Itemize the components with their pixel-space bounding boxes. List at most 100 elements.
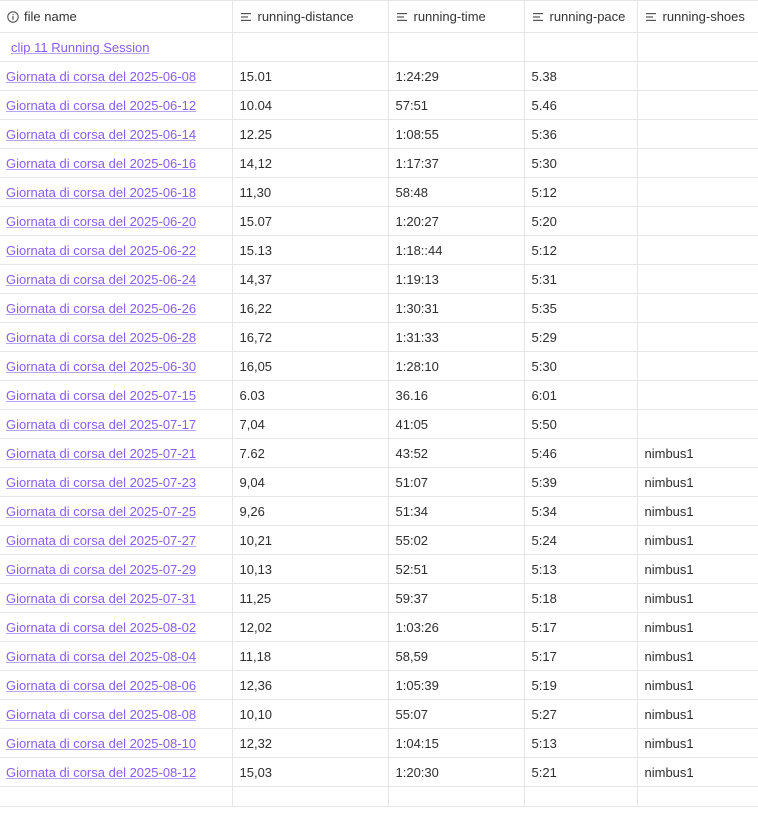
running-shoes-cell[interactable]: nimbus1 bbox=[637, 641, 758, 671]
running-shoes-cell[interactable] bbox=[637, 380, 758, 410]
note-link[interactable]: Giornata di corsa del 2025-06-16 bbox=[6, 156, 196, 171]
running-time-cell[interactable]: 51:07 bbox=[388, 467, 525, 497]
running-time-cell[interactable]: 1:28:10 bbox=[388, 351, 525, 381]
note-link[interactable]: Giornata di corsa del 2025-06-18 bbox=[6, 185, 196, 200]
running-distance-cell[interactable]: 16,05 bbox=[232, 351, 389, 381]
running-shoes-cell[interactable]: nimbus1 bbox=[637, 467, 758, 497]
note-link[interactable]: Giornata di corsa del 2025-07-27 bbox=[6, 533, 196, 548]
running-time-cell[interactable]: 1:05:39 bbox=[388, 670, 525, 700]
running-time-cell[interactable]: 1:20:30 bbox=[388, 757, 525, 787]
running-pace-cell[interactable]: 5:39 bbox=[524, 467, 638, 497]
running-pace-cell[interactable]: 5:12 bbox=[524, 177, 638, 207]
running-pace-cell[interactable]: 5:12 bbox=[524, 235, 638, 265]
running-distance-cell[interactable]: 12,32 bbox=[232, 728, 389, 758]
running-time-cell[interactable]: 59:37 bbox=[388, 583, 525, 613]
running-pace-cell[interactable]: 5:21 bbox=[524, 757, 638, 787]
running-distance-cell[interactable]: 11,18 bbox=[232, 641, 389, 671]
note-link[interactable]: Giornata di corsa del 2025-07-15 bbox=[6, 388, 196, 403]
running-distance-cell[interactable]: 9,04 bbox=[232, 467, 389, 497]
running-distance-cell[interactable]: 10,10 bbox=[232, 699, 389, 729]
note-link[interactable]: Giornata di corsa del 2025-07-17 bbox=[6, 417, 196, 432]
note-link[interactable]: Giornata di corsa del 2025-06-22 bbox=[6, 243, 196, 258]
running-time-cell[interactable]: 43:52 bbox=[388, 438, 525, 468]
running-time-cell[interactable]: 36.16 bbox=[388, 380, 525, 410]
running-distance-cell[interactable]: 15.13 bbox=[232, 235, 389, 265]
running-shoes-cell[interactable] bbox=[637, 148, 758, 178]
running-shoes-cell[interactable]: nimbus1 bbox=[637, 554, 758, 584]
running-pace-cell[interactable]: 5:34 bbox=[524, 496, 638, 526]
note-link[interactable]: Giornata di corsa del 2025-06-14 bbox=[6, 127, 196, 142]
running-shoes-cell[interactable] bbox=[637, 177, 758, 207]
running-pace-cell[interactable]: 5.38 bbox=[524, 61, 638, 91]
running-pace-cell[interactable] bbox=[524, 32, 638, 62]
running-distance-cell[interactable]: 6.03 bbox=[232, 380, 389, 410]
running-shoes-cell[interactable] bbox=[637, 206, 758, 236]
note-link[interactable]: Giornata di corsa del 2025-06-12 bbox=[6, 98, 196, 113]
running-pace-cell[interactable]: 5:13 bbox=[524, 554, 638, 584]
note-link[interactable]: Giornata di corsa del 2025-06-30 bbox=[6, 359, 196, 374]
running-time-cell[interactable]: 1:17:37 bbox=[388, 148, 525, 178]
note-link[interactable]: Giornata di corsa del 2025-06-28 bbox=[6, 330, 196, 345]
column-header-running-time[interactable]: running-time bbox=[388, 0, 525, 33]
running-pace-cell[interactable]: 5:27 bbox=[524, 699, 638, 729]
running-pace-cell[interactable]: 5:31 bbox=[524, 264, 638, 294]
running-time-cell[interactable] bbox=[388, 32, 525, 62]
note-link[interactable]: Giornata di corsa del 2025-07-31 bbox=[6, 591, 196, 606]
running-pace-cell[interactable]: 5:29 bbox=[524, 322, 638, 352]
column-header-running-distance[interactable]: running-distance bbox=[232, 0, 389, 33]
running-distance-cell[interactable]: 11,30 bbox=[232, 177, 389, 207]
running-time-cell[interactable]: 57:51 bbox=[388, 90, 525, 120]
note-link[interactable]: Giornata di corsa del 2025-06-24 bbox=[6, 272, 196, 287]
running-time-cell[interactable]: 58:48 bbox=[388, 177, 525, 207]
running-shoes-cell[interactable]: nimbus1 bbox=[637, 496, 758, 526]
running-shoes-cell[interactable] bbox=[637, 32, 758, 62]
running-time-cell[interactable]: 1:03:26 bbox=[388, 612, 525, 642]
running-shoes-cell[interactable] bbox=[637, 351, 758, 381]
running-time-cell[interactable]: 1:24:29 bbox=[388, 61, 525, 91]
running-distance-cell[interactable]: 14,12 bbox=[232, 148, 389, 178]
running-time-cell[interactable]: 51:34 bbox=[388, 496, 525, 526]
note-link[interactable]: Giornata di corsa del 2025-08-08 bbox=[6, 707, 196, 722]
note-link[interactable]: Giornata di corsa del 2025-07-21 bbox=[6, 446, 196, 461]
note-link[interactable]: Giornata di corsa del 2025-07-29 bbox=[6, 562, 196, 577]
note-link[interactable]: clip 11 Running Session bbox=[6, 40, 150, 55]
running-pace-cell[interactable]: 5:17 bbox=[524, 641, 638, 671]
running-distance-cell[interactable]: 12,36 bbox=[232, 670, 389, 700]
note-link[interactable]: Giornata di corsa del 2025-08-04 bbox=[6, 649, 196, 664]
running-distance-cell[interactable]: 10,21 bbox=[232, 525, 389, 555]
running-shoes-cell[interactable] bbox=[637, 90, 758, 120]
running-pace-cell[interactable]: 5:20 bbox=[524, 206, 638, 236]
running-time-cell[interactable]: 1:08:55 bbox=[388, 119, 525, 149]
running-pace-cell[interactable]: 5:24 bbox=[524, 525, 638, 555]
running-distance-cell[interactable]: 15,03 bbox=[232, 757, 389, 787]
running-distance-cell[interactable]: 7.62 bbox=[232, 438, 389, 468]
running-shoes-cell[interactable]: nimbus1 bbox=[637, 612, 758, 642]
running-pace-cell[interactable]: 5:18 bbox=[524, 583, 638, 613]
running-distance-cell[interactable]: 15.01 bbox=[232, 61, 389, 91]
running-time-cell[interactable]: 55:02 bbox=[388, 525, 525, 555]
running-time-cell[interactable]: 41:05 bbox=[388, 409, 525, 439]
running-shoes-cell[interactable]: nimbus1 bbox=[637, 670, 758, 700]
running-distance-cell[interactable]: 11,25 bbox=[232, 583, 389, 613]
running-time-cell[interactable]: 1:04:15 bbox=[388, 728, 525, 758]
running-time-cell[interactable]: 1:18::44 bbox=[388, 235, 525, 265]
column-header-running-pace[interactable]: running-pace bbox=[524, 0, 638, 33]
running-shoes-cell[interactable] bbox=[637, 322, 758, 352]
column-header-running-shoes[interactable]: running-shoes bbox=[637, 0, 758, 33]
running-distance-cell[interactable]: 12,02 bbox=[232, 612, 389, 642]
running-distance-cell[interactable]: 12.25 bbox=[232, 119, 389, 149]
note-link[interactable]: Giornata di corsa del 2025-08-10 bbox=[6, 736, 196, 751]
running-pace-cell[interactable]: 5:13 bbox=[524, 728, 638, 758]
note-link[interactable]: Giornata di corsa del 2025-06-08 bbox=[6, 69, 196, 84]
running-time-cell[interactable]: 1:19:13 bbox=[388, 264, 525, 294]
running-pace-cell[interactable]: 5:36 bbox=[524, 119, 638, 149]
running-distance-cell[interactable]: 10.04 bbox=[232, 90, 389, 120]
running-shoes-cell[interactable] bbox=[637, 61, 758, 91]
running-shoes-cell[interactable]: nimbus1 bbox=[637, 438, 758, 468]
running-time-cell[interactable]: 1:31:33 bbox=[388, 322, 525, 352]
running-time-cell[interactable]: 58,59 bbox=[388, 641, 525, 671]
running-distance-cell[interactable]: 7,04 bbox=[232, 409, 389, 439]
note-link[interactable]: Giornata di corsa del 2025-06-26 bbox=[6, 301, 196, 316]
running-time-cell[interactable]: 1:30:31 bbox=[388, 293, 525, 323]
running-time-cell[interactable]: 55:07 bbox=[388, 699, 525, 729]
